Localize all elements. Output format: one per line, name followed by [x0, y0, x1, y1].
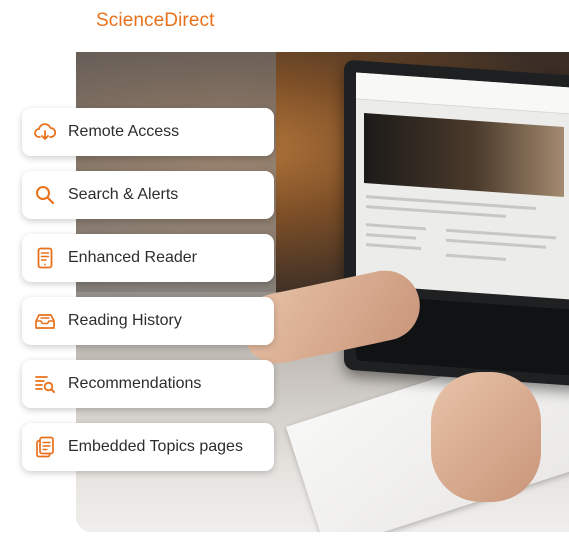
- screen-text-line: [366, 205, 506, 218]
- laptop-screen: [356, 72, 569, 300]
- screen-text-line: [446, 228, 556, 240]
- feature-label: Enhanced Reader: [68, 249, 197, 266]
- promo-graphic: ScienceDirect Remote Access Search & Ale…: [0, 0, 569, 536]
- screen-hero-image: [364, 113, 564, 197]
- screen-text-line: [446, 253, 506, 261]
- feature-enhanced-reader[interactable]: Enhanced Reader: [22, 234, 274, 282]
- feature-label: Recommendations: [68, 375, 202, 392]
- feature-search-alerts[interactable]: Search & Alerts: [22, 171, 274, 219]
- feature-recommendations[interactable]: Recommendations: [22, 360, 274, 408]
- feature-label: Search & Alerts: [68, 186, 179, 203]
- list-search-icon: [34, 373, 56, 395]
- photo-right-hand: [431, 372, 541, 502]
- search-icon: [34, 184, 56, 206]
- screen-header-bar: [356, 72, 569, 115]
- document-reader-icon: [34, 247, 56, 269]
- feature-remote-access[interactable]: Remote Access: [22, 108, 274, 156]
- screen-text-line: [366, 233, 416, 240]
- copy-pages-icon: [34, 436, 56, 458]
- feature-reading-history[interactable]: Reading History: [22, 297, 274, 345]
- cloud-download-icon: [34, 121, 56, 143]
- feature-label: Remote Access: [68, 123, 180, 140]
- brand-logo-text[interactable]: ScienceDirect: [96, 10, 215, 32]
- screen-text-line: [446, 238, 546, 249]
- feature-label: Reading History: [68, 312, 182, 329]
- screen-text-line: [366, 243, 421, 250]
- screen-text-line: [366, 223, 426, 231]
- feature-embedded-topics[interactable]: Embedded Topics pages: [22, 423, 274, 471]
- feature-label: Embedded Topics pages: [68, 438, 243, 455]
- inbox-history-icon: [34, 310, 56, 332]
